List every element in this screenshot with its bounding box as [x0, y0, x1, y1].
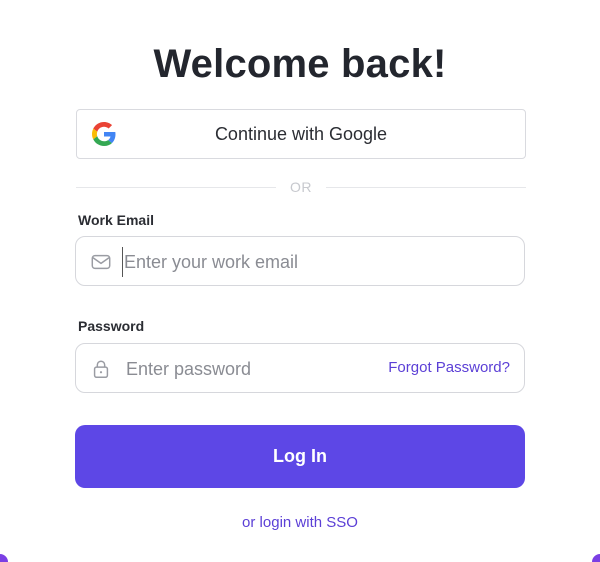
corner-accent-left — [0, 554, 8, 562]
envelope-icon — [91, 254, 111, 270]
continue-with-google-button[interactable]: Continue with Google — [76, 109, 526, 159]
lock-icon — [93, 360, 109, 378]
email-label: Work Email — [78, 212, 154, 228]
password-field-container[interactable]: Forgot Password? — [75, 343, 525, 393]
page-title: Welcome back! — [153, 42, 447, 86]
google-logo-icon — [92, 122, 116, 146]
divider-text: OR — [290, 179, 312, 195]
password-label: Password — [78, 318, 145, 334]
log-in-button[interactable]: Log In — [75, 425, 525, 488]
google-button-label: Continue with Google — [214, 123, 388, 144]
divider-line-right — [326, 186, 526, 188]
email-field-container[interactable] — [75, 236, 525, 286]
corner-accent-right — [592, 554, 600, 562]
sso-login-link[interactable]: or login with SSO — [0, 514, 600, 531]
password-input[interactable] — [126, 354, 426, 384]
login-card: Welcome back! Continue with Google OR Wo… — [0, 0, 600, 562]
email-input[interactable] — [122, 247, 512, 277]
divider-line-left — [76, 186, 276, 188]
forgot-password-link[interactable]: Forgot Password? — [388, 359, 510, 376]
or-divider: OR — [76, 177, 526, 197]
